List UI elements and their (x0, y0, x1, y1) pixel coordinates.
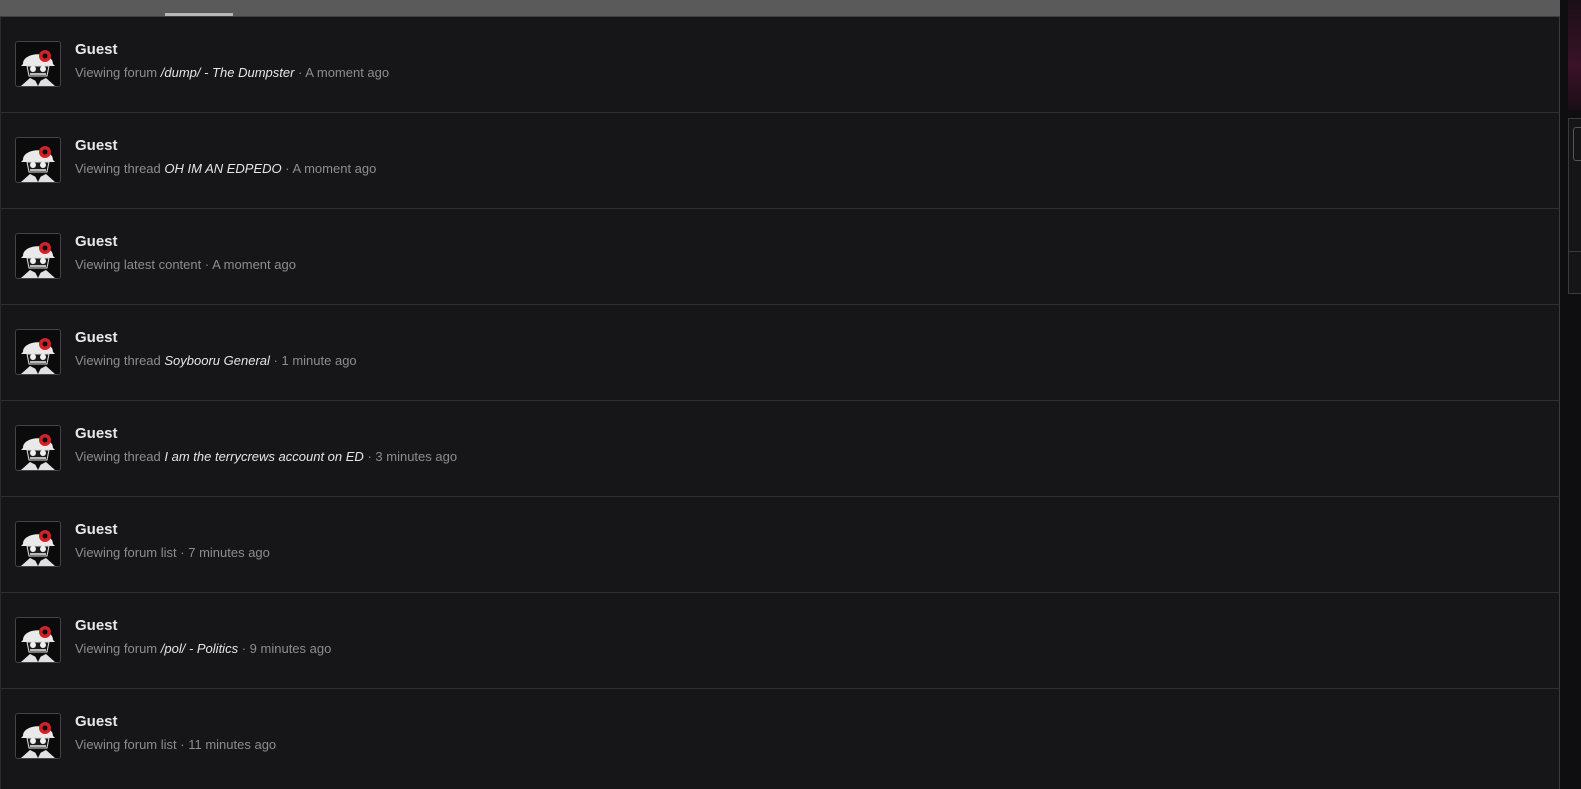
activity-action: Viewing forum list (75, 545, 177, 560)
guest-avatar-icon (16, 522, 60, 566)
activity-action: Viewing thread (75, 353, 161, 368)
list-item: Guest Viewing forum /pol/ - Politics · 9… (1, 593, 1559, 689)
sidebar-widget-edge (1568, 118, 1581, 294)
username-link[interactable]: Guest (75, 41, 118, 58)
activity-time: 1 minute ago (281, 353, 357, 368)
activity-target-link[interactable]: Soybooru General (164, 353, 270, 368)
separator: · (367, 449, 372, 464)
avatar[interactable] (15, 617, 61, 663)
username-link[interactable]: Guest (75, 329, 118, 346)
list-item: Guest Viewing thread OH IM AN EDPEDO · A… (1, 113, 1559, 209)
guest-avatar-icon (16, 330, 60, 374)
activity-text: Viewing forum /pol/ - Politics · 9 minut… (75, 641, 331, 656)
sidebar-image-edge (1568, 0, 1581, 110)
activity-text: Viewing forum list · 7 minutes ago (75, 545, 270, 560)
guest-avatar-icon (16, 138, 60, 182)
avatar[interactable] (15, 713, 61, 759)
activity-time: 7 minutes ago (188, 545, 270, 560)
activity-time: A moment ago (212, 257, 296, 272)
separator: · (298, 65, 303, 80)
guest-avatar-icon (16, 234, 60, 278)
separator: · (204, 257, 210, 272)
tab-bar (0, 0, 1560, 17)
separator: · (180, 545, 185, 560)
active-tab-indicator (165, 13, 233, 16)
activity-action: Viewing thread (75, 449, 161, 464)
activity-time: A moment ago (305, 65, 390, 80)
list-item: Guest Viewing latest content · A moment … (1, 209, 1559, 305)
activity-target-link[interactable]: /pol/ - Politics (161, 641, 238, 656)
activity-action: Viewing latest content (75, 257, 202, 272)
avatar[interactable] (15, 137, 61, 183)
activity-text: Viewing forum list · 11 minutes ago (75, 737, 276, 752)
avatar[interactable] (15, 41, 61, 87)
activity-text: Viewing latest content · A moment ago (75, 257, 296, 272)
activity-text: Viewing thread I am the terrycrews accou… (75, 449, 457, 464)
activity-action: Viewing forum (75, 65, 158, 80)
activity-time: A moment ago (292, 161, 377, 176)
activity-time: 11 minutes ago (188, 737, 277, 752)
online-users-page: Guest Viewing forum /dump/ - The Dumpste… (0, 0, 1581, 789)
online-users-list: Guest Viewing forum /dump/ - The Dumpste… (0, 17, 1560, 789)
list-item: Guest Viewing thread Soybooru General · … (1, 305, 1559, 401)
divider (1569, 251, 1581, 252)
username-link[interactable]: Guest (75, 713, 118, 730)
sidebar-button-edge[interactable] (1573, 127, 1581, 161)
activity-action: Viewing thread (75, 161, 161, 176)
activity-time: 3 minutes ago (375, 449, 458, 464)
activity-text: Viewing forum /dump/ - The Dumpster · A … (75, 65, 389, 80)
activity-action: Viewing forum list (75, 737, 177, 752)
username-link[interactable]: Guest (75, 233, 118, 250)
list-item: Guest Viewing forum list · 7 minutes ago (1, 497, 1559, 593)
guest-avatar-icon (16, 714, 60, 758)
list-item: Guest Viewing forum /dump/ - The Dumpste… (1, 17, 1559, 113)
activity-target-link[interactable]: I am the terrycrews account on ED (164, 449, 363, 464)
separator: · (241, 641, 247, 656)
list-item: Guest Viewing forum list · 11 minutes ag… (1, 689, 1559, 785)
activity-action: Viewing forum (75, 641, 158, 656)
activity-target-link[interactable]: OH IM AN EDPEDO (164, 161, 281, 176)
avatar[interactable] (15, 521, 61, 567)
avatar[interactable] (15, 329, 61, 375)
separator: · (273, 353, 278, 368)
guest-avatar-icon (16, 42, 60, 86)
activity-time: 9 minutes ago (249, 641, 332, 656)
separator: · (180, 737, 185, 752)
activity-text: Viewing thread Soybooru General · 1 minu… (75, 353, 357, 368)
guest-avatar-icon (16, 618, 60, 662)
username-link[interactable]: Guest (75, 425, 118, 442)
username-link[interactable]: Guest (75, 137, 118, 154)
username-link[interactable]: Guest (75, 617, 118, 634)
username-link[interactable]: Guest (75, 521, 118, 538)
guest-avatar-icon (16, 426, 60, 470)
activity-target-link[interactable]: /dump/ - The Dumpster (161, 65, 295, 80)
separator: · (285, 161, 290, 176)
right-edge-panel (1560, 0, 1581, 789)
list-item: Guest Viewing thread I am the terrycrews… (1, 401, 1559, 497)
avatar[interactable] (15, 233, 61, 279)
avatar[interactable] (15, 425, 61, 471)
activity-text: Viewing thread OH IM AN EDPEDO · A momen… (75, 161, 376, 176)
